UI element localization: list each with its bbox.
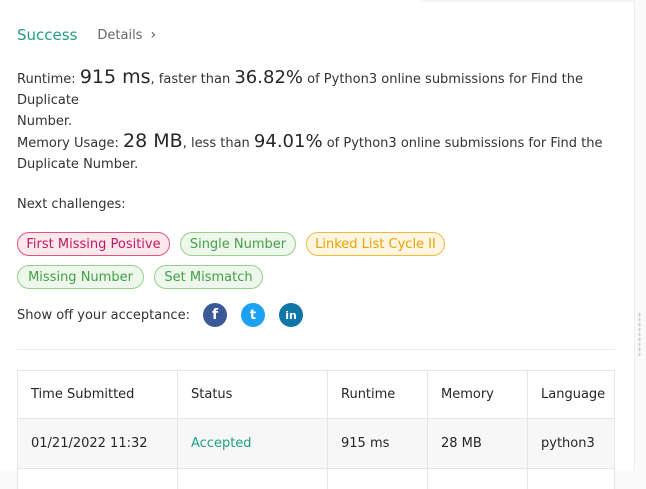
table-header-row: Time Submitted Status Runtime Memory Lan… xyxy=(18,371,614,419)
challenge-set-mismatch[interactable]: Set Mismatch xyxy=(154,265,263,289)
runtime-value: 915 ms xyxy=(79,66,151,88)
scroll-handle[interactable] xyxy=(638,312,641,356)
memory-mid: , less than xyxy=(182,136,254,151)
runtime-stat: Runtime: 915 ms, faster than 36.82% of P… xyxy=(17,67,627,132)
header-language: Language xyxy=(541,387,606,402)
cell-status: Accepted xyxy=(178,419,328,468)
submission-result-panel: Success Details › Runtime: 915 ms, faste… xyxy=(0,0,635,489)
twitter-icon[interactable]: t xyxy=(241,303,265,327)
memory-label: Memory Usage: xyxy=(17,136,124,151)
accepted-link[interactable]: Accepted xyxy=(191,436,252,451)
partial-cell xyxy=(178,469,328,489)
result-header: Success Details › xyxy=(17,24,156,46)
cell-memory: 28 MB xyxy=(428,419,528,468)
header-time-submitted: Time Submitted xyxy=(18,371,178,418)
divider xyxy=(17,349,615,350)
cell-time-submitted: 01/21/2022 11:32 xyxy=(18,419,178,468)
cell-language: python3 xyxy=(541,436,595,451)
top-strip xyxy=(420,0,634,2)
memory-line2: Duplicate Number. xyxy=(17,157,139,172)
challenge-first-missing-positive[interactable]: First Missing Positive xyxy=(17,232,170,256)
memory-value: 28 MB xyxy=(123,130,183,152)
next-challenges-label: Next challenges: xyxy=(17,197,126,212)
partial-cell xyxy=(328,469,428,489)
runtime-line2: Number. xyxy=(17,114,73,129)
facebook-icon[interactable]: f xyxy=(203,303,227,327)
partial-cell xyxy=(428,469,528,489)
challenge-single-number[interactable]: Single Number xyxy=(180,232,296,256)
runtime-mid: , faster than xyxy=(150,72,235,87)
challenge-linked-list-cycle-ii[interactable]: Linked List Cycle II xyxy=(306,232,445,256)
status-success: Success xyxy=(17,26,78,44)
challenge-missing-number[interactable]: Missing Number xyxy=(17,265,144,289)
header-memory: Memory xyxy=(428,371,528,418)
details-label: Details xyxy=(97,27,143,43)
runtime-percent: 36.82% xyxy=(234,67,303,88)
table-row-partial xyxy=(18,469,614,489)
chevron-right-icon: › xyxy=(150,27,157,43)
header-runtime: Runtime xyxy=(328,371,428,418)
memory-tail: of Python3 online submissions for Find t… xyxy=(322,136,603,151)
memory-stat: Memory Usage: 28 MB, less than 94.01% of… xyxy=(17,131,627,175)
cell-runtime: 915 ms xyxy=(328,419,428,468)
partial-cell xyxy=(18,469,178,489)
partial-cell xyxy=(528,469,614,489)
table-row: 01/21/2022 11:32 Accepted 915 ms 28 MB p… xyxy=(18,419,614,469)
runtime-label: Runtime: xyxy=(17,72,80,87)
linkedin-icon[interactable]: in xyxy=(279,303,303,327)
memory-percent: 94.01% xyxy=(253,131,323,152)
share-label: Show off your acceptance: xyxy=(17,308,190,323)
submissions-table: Time Submitted Status Runtime Memory Lan… xyxy=(17,370,615,489)
details-link[interactable]: Details › xyxy=(97,27,156,43)
header-status: Status xyxy=(178,371,328,418)
